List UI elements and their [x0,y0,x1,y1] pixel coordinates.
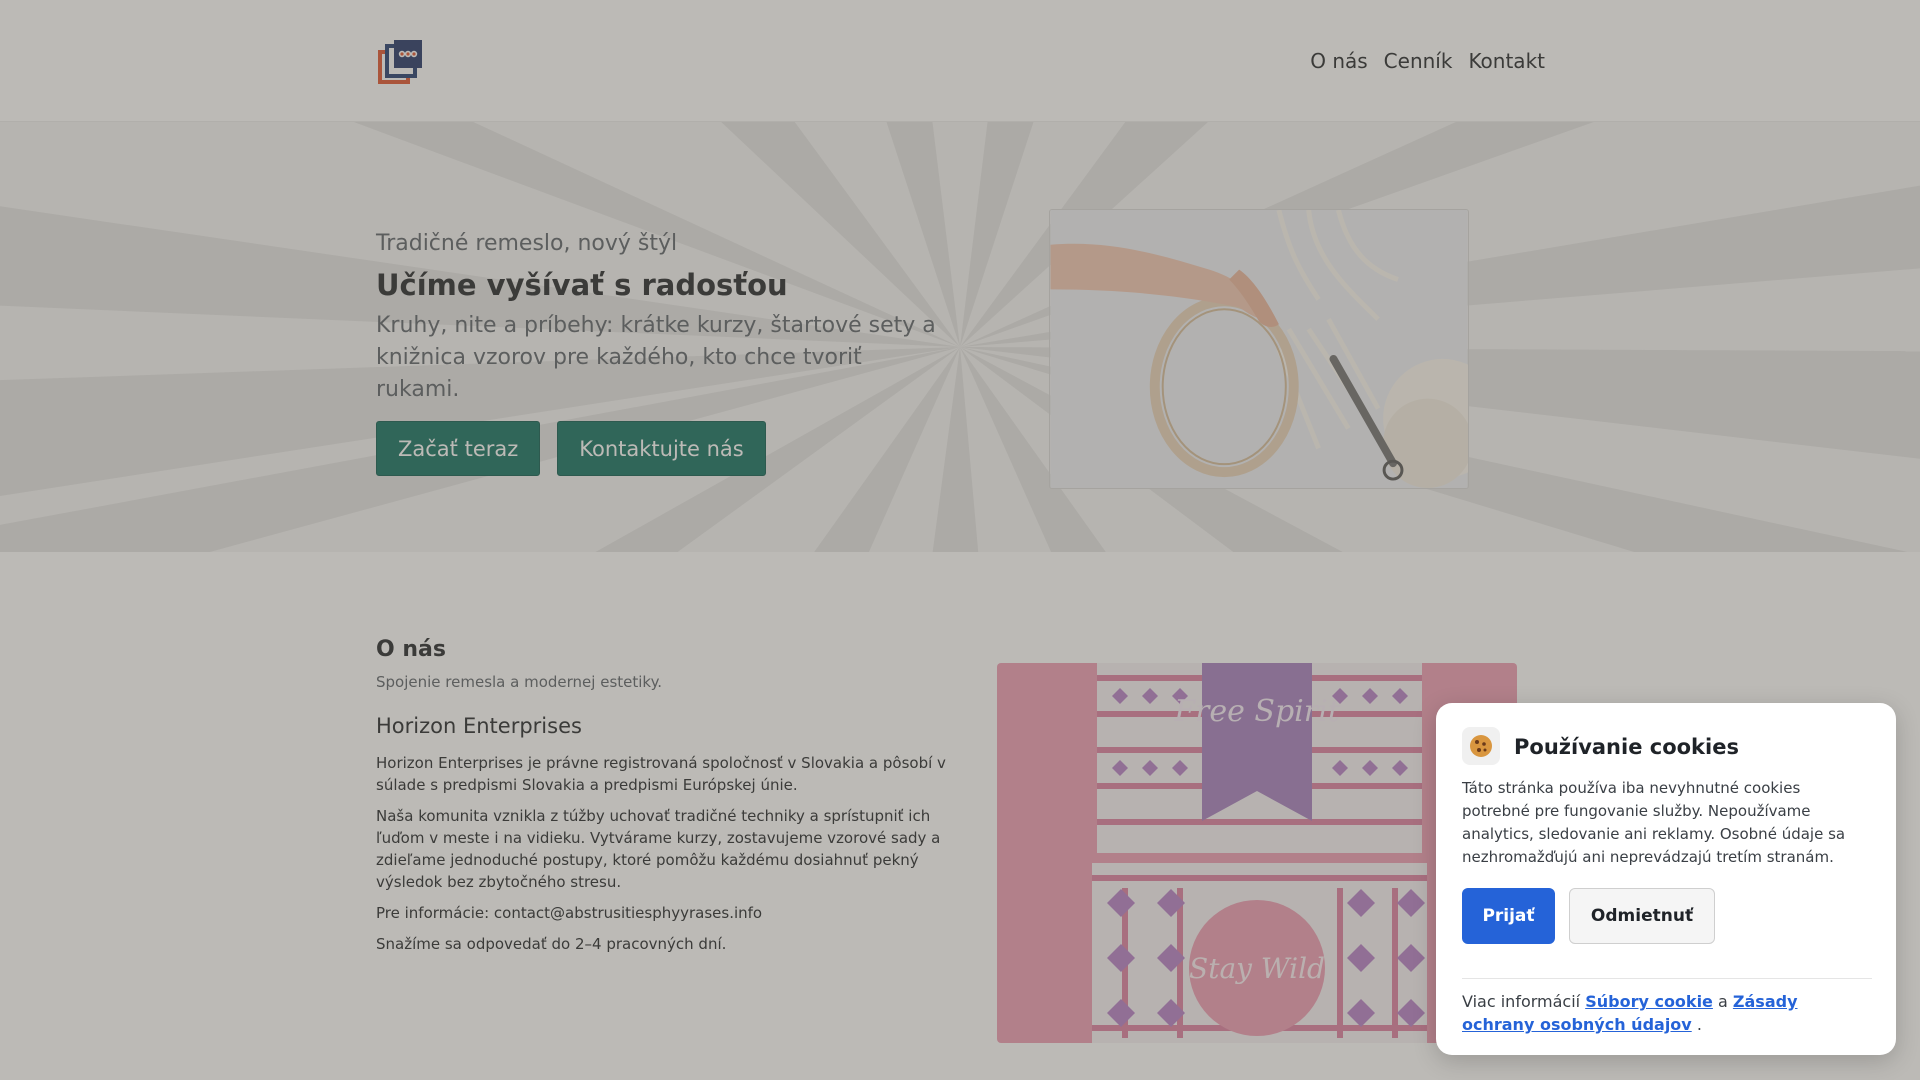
cookie-files-link[interactable]: Súbory cookie [1585,992,1713,1011]
cookie-dialog-title: Používanie cookies [1514,735,1739,759]
sentence-period: . [1696,1015,1702,1034]
conjunction-text: a [1718,992,1728,1011]
cookie-dialog-description: Táto stránka používa iba nevyhnutné cook… [1462,779,1846,866]
accept-cookies-button[interactable]: Prijať [1462,888,1555,944]
cookie-dialog-divider [1462,978,1872,979]
cookie-more-info: Viac informácií Súbory cookie a Zásady o… [1462,990,1872,1036]
reject-cookies-button[interactable]: Odmietnuť [1569,888,1715,944]
cookie-icon [1462,727,1500,765]
cookie-dialog-actions: Prijať Odmietnuť [1462,888,1715,944]
cookie-consent-dialog: Používanie cookies Táto stránka používa … [1436,703,1896,1055]
more-info-label: Viac informácií [1462,992,1581,1011]
